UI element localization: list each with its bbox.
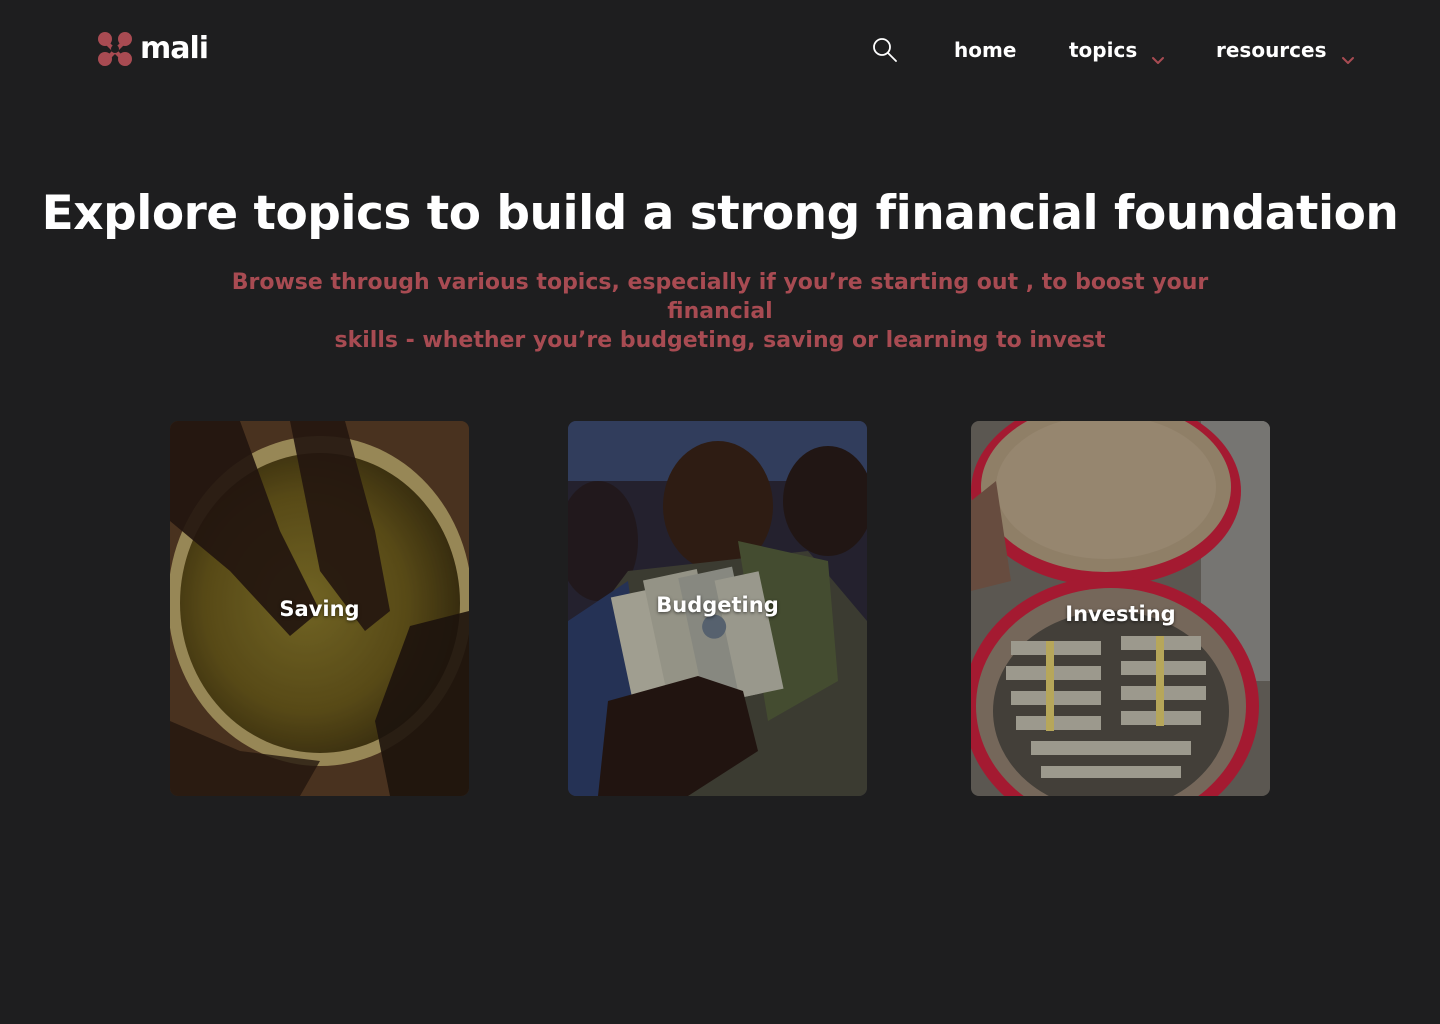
page-title: Explore topics to build a strong financi… <box>41 186 1399 241</box>
nav-home-link[interactable]: home <box>954 36 1016 64</box>
page-subtitle: Browse through various topics, especiall… <box>180 268 1260 355</box>
card-label: Investing <box>1065 602 1176 626</box>
topic-card-saving[interactable]: Saving <box>170 421 469 796</box>
chevron-down-icon <box>1151 45 1165 64</box>
chevron-down-icon <box>1341 45 1355 64</box>
nav-resources-label: resources <box>1216 38 1327 62</box>
nav-topics-label: topics <box>1069 38 1138 62</box>
search-icon[interactable] <box>871 36 899 64</box>
nav-resources-dropdown[interactable]: resources <box>1216 36 1355 64</box>
nav-topics-dropdown[interactable]: topics <box>1069 36 1165 64</box>
subtitle-line-2: skills - whether you’re budgeting, savin… <box>334 328 1106 353</box>
card-label: Budgeting <box>656 593 779 617</box>
card-label: Saving <box>279 597 360 621</box>
topic-card-investing[interactable]: Investing <box>971 421 1270 796</box>
logo-text: mali <box>140 31 209 66</box>
topic-card-budgeting[interactable]: Budgeting <box>568 421 867 796</box>
logo-mark-icon <box>96 31 134 67</box>
subtitle-line-1: Browse through various topics, especiall… <box>231 270 1209 324</box>
page: mali home topics resources Explore topic… <box>0 0 1440 1024</box>
logo-link[interactable]: mali <box>96 31 209 67</box>
nav-home-label: home <box>954 38 1017 62</box>
